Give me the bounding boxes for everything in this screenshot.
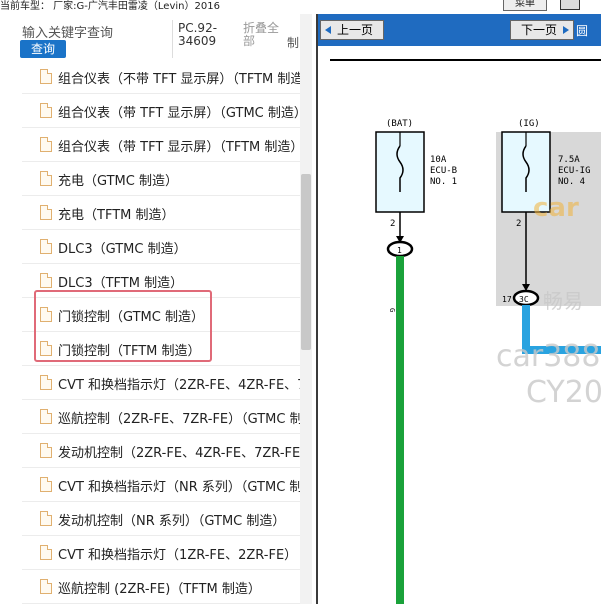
highlight-box xyxy=(34,290,212,362)
green-wire xyxy=(396,256,404,604)
arrow-right-icon xyxy=(563,26,569,34)
page-nav-bar: 上一页 下一页 圆 xyxy=(318,14,601,46)
top-right-button[interactable] xyxy=(560,0,580,10)
arrow-left-icon xyxy=(325,26,331,34)
svg-text:2: 2 xyxy=(516,219,521,229)
search-input[interactable]: 输入关键字查询 xyxy=(22,22,113,41)
document-icon xyxy=(40,205,52,220)
document-icon xyxy=(40,103,52,118)
document-icon xyxy=(40,443,52,458)
list-item[interactable]: 组合仪表（带 TFT 显示屏）（TFTM 制造） xyxy=(0,128,300,162)
document-icon xyxy=(40,511,52,526)
document-icon xyxy=(40,239,52,254)
svg-text:7.5A: 7.5A xyxy=(558,155,580,165)
list-item[interactable]: DLC3（GTMC 制造） xyxy=(0,230,300,264)
list-item[interactable]: 巡航控制（2ZR-FE、7ZR-FE）（GTMC 制造） xyxy=(0,400,300,434)
document-icon xyxy=(40,171,52,186)
svg-text:17: 17 xyxy=(502,295,512,304)
document-icon xyxy=(40,579,52,594)
list-item[interactable]: CVT 和换档指示灯（2ZR-FE、4ZR-FE、7ZR-FE） xyxy=(0,366,300,400)
prev-page-button[interactable]: 上一页 xyxy=(320,20,384,40)
document-icon xyxy=(40,375,52,390)
svg-text:ECU-IG: ECU-IG xyxy=(558,166,591,176)
diagram-panel: 上一页 下一页 圆 (BAT) 10A ECU-B NO. 1 2 1 G (I… xyxy=(316,14,601,604)
svg-text:1: 1 xyxy=(397,246,402,255)
watermark-logo: car xyxy=(533,193,579,223)
top-menu-button[interactable]: 菜单 xyxy=(503,0,547,11)
model-bar: 当前车型： 厂家:G-广汽丰田雷凌（Levin）2016 xyxy=(0,1,220,12)
list-item[interactable]: 发动机控制（2ZR-FE、4ZR-FE、7ZR-FE） xyxy=(0,434,300,468)
watermark-year: CY201 xyxy=(526,375,601,410)
document-icon xyxy=(40,69,52,84)
svg-text:NO. 4: NO. 4 xyxy=(558,177,585,187)
svg-text:2: 2 xyxy=(390,219,395,229)
svg-text:10A: 10A xyxy=(430,155,447,165)
document-icon xyxy=(40,477,52,492)
fold-cut-label: 制 xyxy=(287,36,300,50)
list-item[interactable]: 发动机控制（NR 系列）（GTMC 制造） xyxy=(0,502,300,536)
list-item[interactable]: 充电（TFTM 制造） xyxy=(0,196,300,230)
list-item[interactable]: 组合仪表（带 TFT 显示屏）（GTMC 制造） xyxy=(0,94,300,128)
watermark-cn: 畅易 xyxy=(543,289,583,313)
svg-text:3C: 3C xyxy=(519,295,529,304)
ig-label: (IG) xyxy=(518,119,540,129)
pc-code: PC.92-34609 xyxy=(178,21,218,48)
list-item[interactable]: CVT 和换档指示灯（1ZR-FE、2ZR-FE） xyxy=(0,536,300,570)
nav-cut-label: 圆 xyxy=(576,24,589,38)
search-divider xyxy=(172,20,173,58)
bat-label: (BAT) xyxy=(386,119,413,129)
scrollbar-thumb[interactable] xyxy=(301,174,311,350)
list-item[interactable]: 组合仪表（不带 TFT 显示屏）（TFTM 制造） xyxy=(0,60,300,94)
list-item[interactable]: 充电（GTMC 制造） xyxy=(0,162,300,196)
document-icon xyxy=(40,273,52,288)
wiring-diagram: (BAT) 10A ECU-B NO. 1 2 1 G (IG) 7.5A EC… xyxy=(330,59,601,604)
query-button[interactable]: 查询 xyxy=(20,40,66,58)
svg-text:ECU-B: ECU-B xyxy=(430,166,457,176)
list-scrollbar[interactable] xyxy=(300,14,312,604)
fold-all-button[interactable]: 折叠全部 xyxy=(243,22,283,48)
list-item[interactable]: CVT 和换档指示灯（NR 系列）（GTMC 制造） xyxy=(0,468,300,502)
next-page-button[interactable]: 下一页 xyxy=(510,20,574,40)
search-area: 输入关键字查询 查询 PC.92-34609 折叠全部 制 xyxy=(0,14,312,60)
document-icon xyxy=(40,409,52,424)
document-icon xyxy=(40,545,52,560)
svg-text:NO. 1: NO. 1 xyxy=(430,177,457,187)
list-item[interactable]: 巡航控制 (2ZR-FE)（TFTM 制造） xyxy=(0,570,300,604)
document-icon xyxy=(40,137,52,152)
svg-text:G: G xyxy=(388,308,396,312)
watermark-site: car388.c xyxy=(496,339,601,374)
